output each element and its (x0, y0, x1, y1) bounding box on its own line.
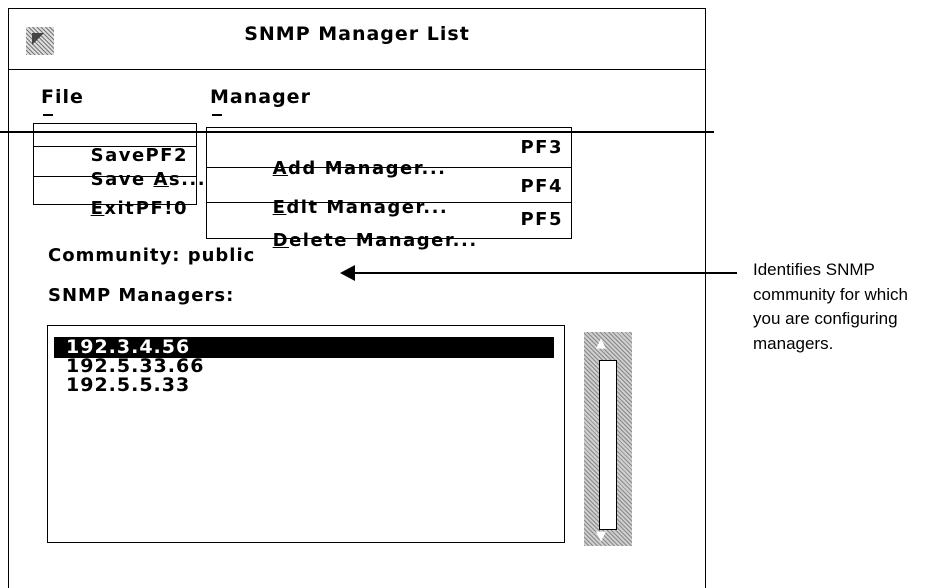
community-label: Community: public (48, 245, 256, 266)
delete-manager-accel: PF5 (520, 209, 563, 230)
file-save-as-item[interactable]: Save As... (34, 148, 205, 190)
mnemonic-underline (43, 114, 53, 116)
vertical-scrollbar[interactable]: ▲ ▼ (584, 332, 632, 546)
snmp-managers-label: SNMP Managers: (48, 285, 235, 306)
title-bar: SNMP Manager List (9, 9, 705, 70)
scroll-down-arrow-icon[interactable]: ▼ (596, 529, 606, 544)
add-manager-item[interactable]: Add Manager... PF3 (207, 128, 571, 179)
delete-manager-item[interactable]: Delete Manager... PF5 (207, 204, 571, 251)
menu-manager-label: Manager (210, 86, 311, 108)
add-manager-accel: PF3 (520, 137, 563, 158)
callout-line (353, 272, 737, 274)
menu-file-label: File (41, 86, 84, 108)
mnemonic-underline (212, 114, 222, 116)
menu-manager[interactable]: Manager (210, 86, 311, 116)
menubar-divider (0, 131, 714, 133)
file-exit-accel: PF!0 (135, 198, 188, 219)
scroll-up-arrow-icon[interactable]: ▲ (596, 336, 606, 351)
menu-file[interactable]: File (41, 86, 84, 116)
file-dropdown: Save PF2 Save As... Exit PF!0 (33, 123, 205, 219)
delete-manager-label: Delete Manager... (272, 230, 478, 251)
edit-manager-item[interactable]: Edit Manager... PF4 (207, 169, 571, 218)
file-save-item[interactable]: Save PF2 (34, 124, 196, 166)
edit-manager-accel: PF4 (520, 176, 563, 197)
snmp-manager-window: SNMP Manager List File Manager Save PF2 S… (8, 8, 706, 588)
managers-listbox[interactable]: 192.3.4.56 192.5.33.66 192.5.5.33 (47, 325, 565, 543)
file-exit-label: Exit (90, 198, 136, 219)
file-exit-item[interactable]: Exit PF!0 (34, 177, 196, 219)
list-item[interactable]: 192.5.5.33 (54, 375, 554, 396)
window-title: SNMP Manager List (244, 23, 470, 45)
callout-text: Identifies SNMP community for which you … (753, 260, 908, 353)
manager-dropdown: Add Manager... PF3 Edit Manager... PF4 Del… (206, 127, 572, 251)
scroll-thumb[interactable] (599, 360, 617, 530)
